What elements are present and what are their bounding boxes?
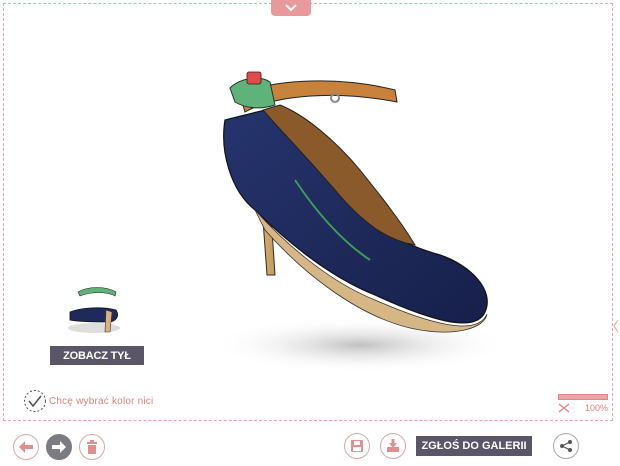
thread-color-option[interactable]: Chcę wybrać kolor nici [23, 389, 153, 413]
zoom-bar[interactable] [558, 394, 608, 400]
redo-button[interactable] [46, 434, 72, 460]
chevron-down-icon [285, 4, 297, 12]
save-icon [351, 440, 363, 452]
shoe-preview [210, 71, 510, 373]
side-panel-handle[interactable] [613, 318, 620, 334]
shoe-shadow [210, 317, 510, 373]
arrow-left-icon [19, 441, 33, 453]
zoom-control[interactable]: 100% [558, 394, 608, 413]
thread-color-label: Chcę wybrać kolor nici [49, 395, 154, 407]
save-button[interactable] [344, 433, 370, 459]
back-view-thumbnail[interactable] [60, 276, 124, 340]
scissors-icon [558, 403, 570, 413]
collapse-toggle[interactable] [271, 0, 311, 16]
check-icon [24, 390, 46, 412]
share-icon [560, 440, 572, 452]
undo-button[interactable] [13, 434, 39, 460]
download-icon [387, 439, 399, 452]
trash-icon [87, 440, 97, 454]
back-view-button[interactable]: ZOBACZ TYŁ [50, 346, 144, 365]
download-button[interactable] [380, 433, 406, 459]
arrow-right-icon [52, 441, 66, 453]
submit-to-gallery-button[interactable]: ZGŁOŚ DO GALERII [416, 436, 532, 456]
zoom-value: 100% [584, 403, 608, 413]
share-button[interactable] [553, 433, 579, 459]
delete-button[interactable] [79, 434, 105, 460]
